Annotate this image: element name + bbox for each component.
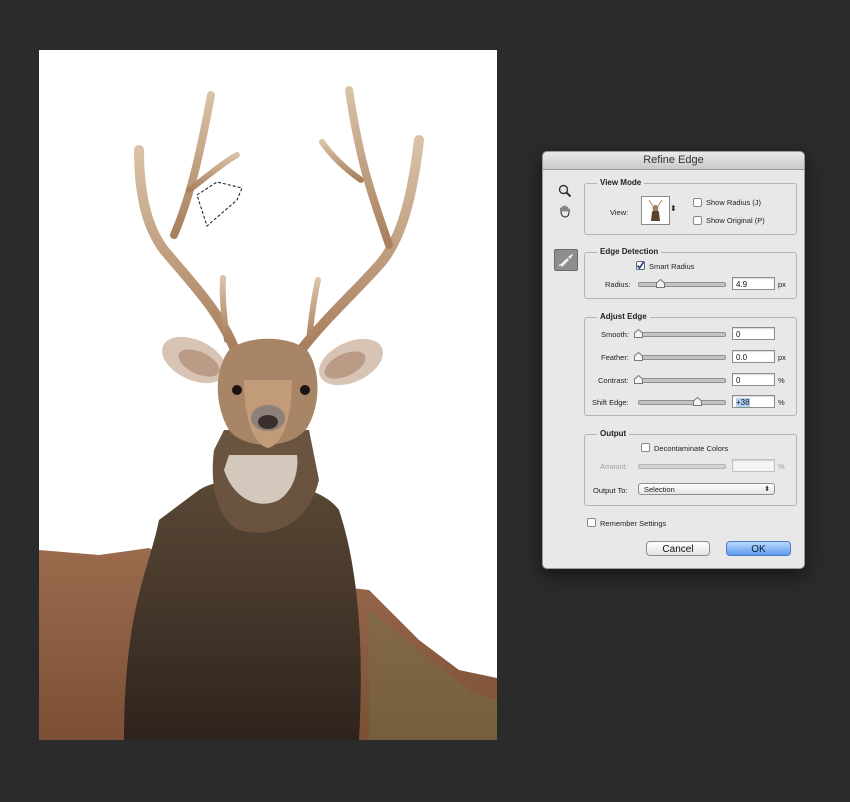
contrast-slider-thumb[interactable] [634, 375, 643, 384]
amount-unit: % [778, 462, 785, 471]
adjust-edge-group: Adjust Edge Smooth: 0 Feather: 0.0 px Co… [584, 312, 797, 416]
deer-photo [39, 86, 497, 740]
shift-edge-slider-thumb[interactable] [693, 397, 702, 406]
hand-tool-icon[interactable] [554, 201, 576, 221]
view-mode-preview[interactable] [641, 196, 670, 225]
refine-edge-dialog: Refine Edge View Mode View: ⬍ Show Radiu… [542, 151, 805, 569]
feather-slider-track[interactable] [638, 355, 726, 360]
show-radius-checkbox[interactable] [693, 198, 702, 207]
view-dropdown-arrow-icon[interactable]: ⬍ [670, 204, 677, 213]
contrast-unit: % [778, 376, 785, 385]
smart-radius-checkbox[interactable] [636, 261, 645, 270]
cancel-button[interactable]: Cancel [646, 541, 710, 556]
radius-label: Radius: [605, 280, 631, 289]
amount-label: Amount: [600, 462, 628, 471]
ok-button[interactable]: OK [726, 541, 791, 556]
smooth-value: 0 [736, 330, 741, 339]
feather-slider-thumb[interactable] [634, 352, 643, 361]
show-original-checkbox[interactable] [693, 216, 702, 225]
shift-edge-unit: % [778, 398, 785, 407]
radius-unit: px [778, 280, 786, 289]
output-to-value: Selection [644, 485, 675, 494]
zoom-tool-icon[interactable] [554, 181, 576, 201]
feather-unit: px [778, 353, 786, 362]
feather-field[interactable]: 0.0 [732, 350, 775, 363]
edge-detection-group: Edge Detection Smart Radius Radius: 4.9 … [584, 247, 797, 299]
smooth-label: Smooth: [601, 330, 629, 339]
contrast-field[interactable]: 0 [732, 373, 775, 386]
view-mode-group: View Mode View: ⬍ Show Radius (J) Show O… [584, 178, 797, 235]
feather-value: 0.0 [736, 353, 748, 362]
output-group: Output Decontaminate Colors Amount: % Ou… [584, 429, 797, 506]
view-mode-title: View Mode [597, 178, 645, 187]
adjust-edge-title: Adjust Edge [597, 312, 650, 321]
refine-radius-brush-icon[interactable] [554, 249, 578, 271]
document-canvas[interactable] [39, 50, 497, 740]
edge-detection-title: Edge Detection [597, 247, 662, 256]
decontaminate-colors-label: Decontaminate Colors [654, 444, 729, 453]
radius-slider-thumb[interactable] [656, 279, 665, 288]
view-label: View: [610, 208, 629, 217]
dialog-title: Refine Edge [543, 152, 804, 170]
shift-edge-field[interactable]: +38 [732, 395, 775, 408]
radius-slider-track[interactable] [638, 282, 726, 287]
show-original-label: Show Original (P) [706, 216, 765, 225]
output-to-label: Output To: [593, 486, 628, 495]
checkmark-icon [636, 261, 645, 270]
output-title: Output [597, 429, 630, 438]
shift-edge-slider-track[interactable] [638, 400, 726, 405]
decontaminate-colors-checkbox[interactable] [641, 443, 650, 452]
contrast-slider-track[interactable] [638, 378, 726, 383]
smooth-field[interactable]: 0 [732, 327, 775, 340]
smooth-slider-thumb[interactable] [634, 329, 643, 338]
output-to-select[interactable]: Selection ⬍ [638, 483, 775, 495]
radius-field[interactable]: 4.9 [732, 277, 775, 290]
shift-edge-value: +38 [736, 398, 750, 407]
select-arrows-icon: ⬍ [764, 486, 770, 493]
shift-edge-label: Shift Edge: [592, 398, 629, 407]
feather-label: Feather: [601, 353, 629, 362]
contrast-label: Contrast: [598, 376, 629, 385]
amount-slider-track [638, 464, 726, 469]
smart-radius-label: Smart Radius [649, 262, 695, 271]
amount-field [732, 459, 775, 472]
remember-settings-checkbox[interactable] [587, 518, 596, 527]
smooth-slider-track[interactable] [638, 332, 726, 337]
radius-value: 4.9 [736, 280, 748, 289]
remember-settings-label: Remember Settings [600, 519, 667, 528]
show-radius-label: Show Radius (J) [706, 198, 762, 207]
contrast-value: 0 [736, 376, 741, 385]
